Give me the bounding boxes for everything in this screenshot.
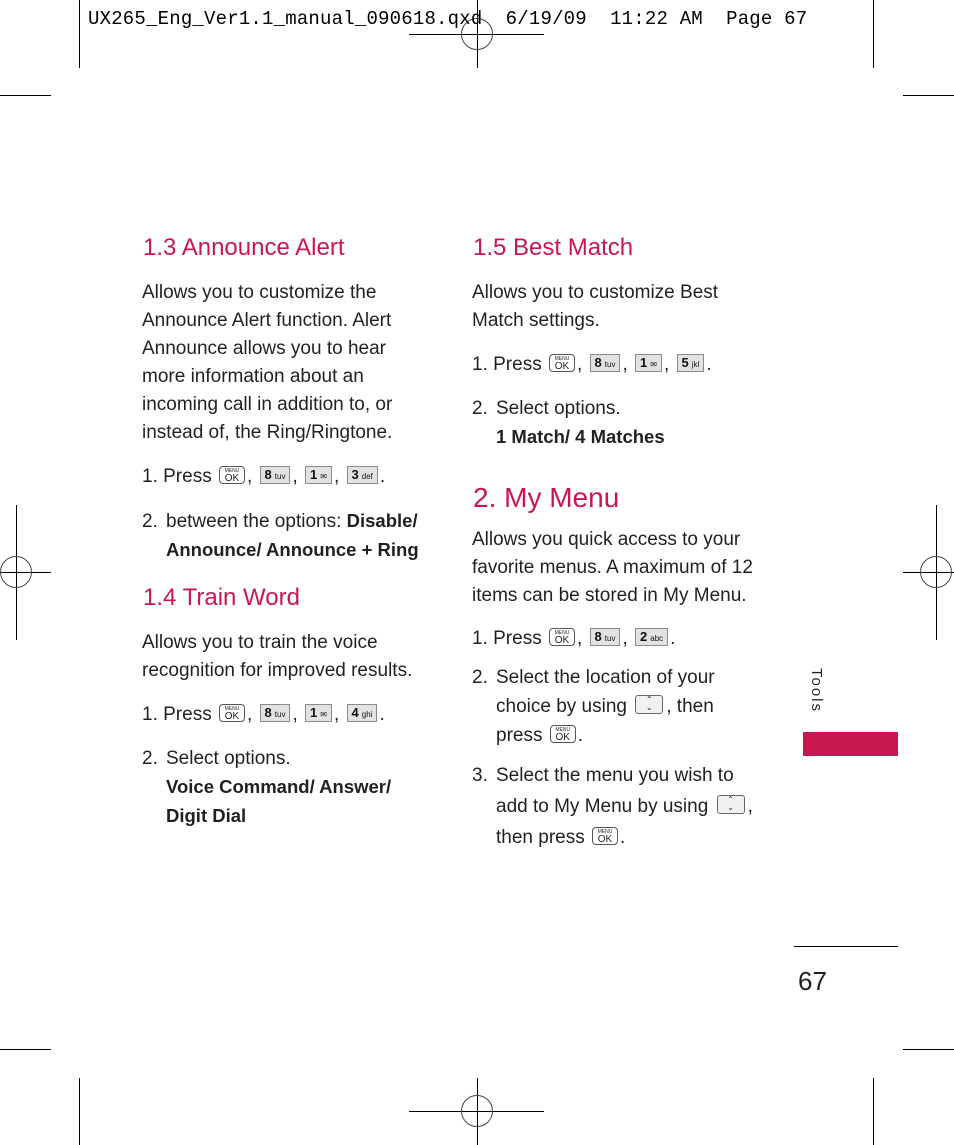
- chapter-tab-marker: [803, 732, 898, 756]
- option-list: Digit Dial: [166, 805, 247, 826]
- my-menu-step-2: 2. Select the location of your choice by …: [472, 667, 715, 746]
- step-label: 1. Press: [142, 466, 212, 487]
- page-number: 67: [798, 966, 827, 996]
- navigation-key-icon: ⌃ ⌄: [635, 695, 664, 715]
- key-1-icon: 1 ✉: [305, 465, 332, 484]
- menu-ok-key-icon: MENU OK: [218, 703, 245, 722]
- section-title-announce-alert: 1.3 Announce Alert: [143, 234, 345, 261]
- crop-mark: [903, 1049, 954, 1050]
- registration-circle: [920, 556, 952, 588]
- train-word-step-2: 2. Select options. Voice Command/ Answer/…: [142, 748, 392, 826]
- key-8-icon: 8 tuv: [259, 465, 291, 484]
- key-8-icon: 8 tuv: [259, 703, 291, 722]
- announce-alert-step-2: 2. between the options: Disable/ Announce…: [142, 510, 419, 560]
- train-word-step-1: 1. Press MENU OK, 8 tuv, 1 ✉, 4 ghi.: [142, 703, 385, 725]
- crop-mark: [873, 0, 874, 68]
- step-label: 1. Press: [472, 628, 542, 649]
- key-5-icon: 5 jkl: [676, 353, 705, 372]
- my-menu-step-3: 3. Select the menu you wish to add to My …: [472, 765, 753, 848]
- my-menu-step-1: 1. Press MENU OK, 8 tuv, 2 abc.: [472, 627, 676, 649]
- key-1-icon: 1 ✉: [305, 703, 332, 722]
- chapter-tab-label: Tools: [808, 668, 825, 714]
- crop-mark: [79, 0, 80, 68]
- crop-mark: [873, 1078, 874, 1145]
- option-list: Voice Command/ Answer/: [166, 776, 392, 797]
- announce-alert-step-1: 1. Press MENU OK, 8 tuv, 1 ✉, 3 def.: [142, 465, 386, 487]
- key-8-icon: 8 tuv: [589, 627, 621, 646]
- best-match-step-1: 1. Press MENU OK, 8 tuv, 1 ✉, 5 jkl.: [472, 353, 712, 375]
- key-8-icon: 8 tuv: [589, 353, 621, 372]
- option-list: Disable/: [346, 510, 418, 531]
- crop-mark: [903, 95, 954, 96]
- registration-circle: [461, 1095, 493, 1127]
- my-menu-description: Allows you quick access to your favorite…: [472, 529, 753, 606]
- print-slug: UX265_Eng_Ver1.1_manual_090618.qxd 6/19/…: [88, 8, 808, 30]
- section-title-my-menu: 2. My Menu: [473, 482, 620, 513]
- step-label: 1. Press: [142, 704, 212, 725]
- crop-mark: [79, 1078, 80, 1145]
- menu-ok-key-icon: MENU OK: [548, 627, 575, 646]
- navigation-key-icon: ⌃ ⌄: [716, 795, 745, 815]
- section-title-train-word: 1.4 Train Word: [143, 584, 300, 611]
- menu-ok-key-icon: MENU OK: [549, 724, 576, 743]
- menu-ok-key-icon: MENU OK: [218, 465, 245, 484]
- footer-rule: [794, 946, 898, 947]
- option-list: 1 Match/ 4 Matches: [496, 426, 665, 447]
- key-4-icon: 4 ghi: [346, 703, 378, 722]
- registration-circle: [0, 556, 32, 588]
- option-list: Announce/ Announce + Ring: [166, 539, 419, 560]
- menu-ok-key-icon: MENU OK: [592, 826, 619, 845]
- key-3-icon: 3 def: [346, 465, 378, 484]
- best-match-step-2: 2. Select options. 1 Match/ 4 Matches: [472, 398, 665, 447]
- crop-mark: [0, 1049, 51, 1050]
- key-1-icon: 1 ✉: [635, 353, 662, 372]
- announce-alert-description: Allows you to customize the Announce Ale…: [142, 282, 393, 443]
- section-title-best-match: 1.5 Best Match: [473, 234, 634, 261]
- best-match-description: Allows you to customize Best Match setti…: [472, 282, 719, 331]
- crop-mark: [0, 95, 51, 96]
- key-2-icon: 2 abc: [635, 627, 669, 646]
- train-word-description: Allows you to train the voice recognitio…: [142, 632, 413, 681]
- menu-ok-key-icon: MENU OK: [548, 353, 575, 372]
- step-label: 1. Press: [472, 354, 542, 375]
